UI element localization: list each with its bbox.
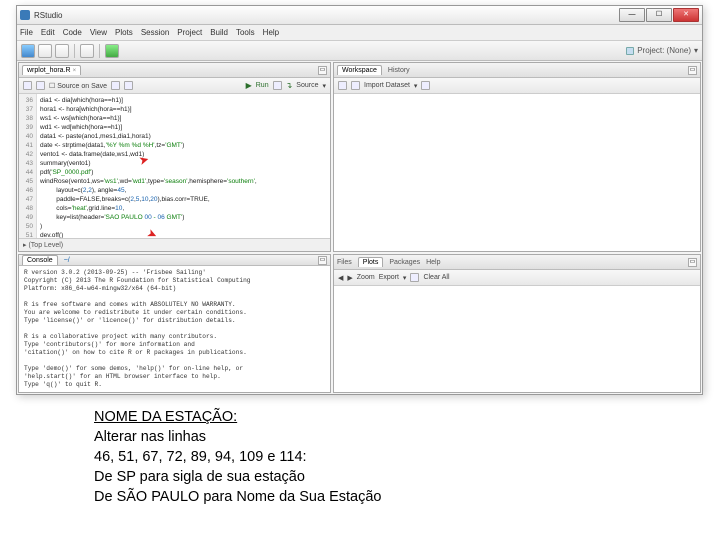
- pane-collapse-button[interactable]: ▭: [688, 66, 697, 75]
- pane-collapse-button[interactable]: ▭: [688, 258, 697, 267]
- menu-code[interactable]: Code: [63, 28, 82, 37]
- menu-view[interactable]: View: [90, 28, 107, 37]
- print-button[interactable]: [80, 44, 94, 58]
- nav-indicator[interactable]: ▸ (Top Level): [23, 241, 63, 249]
- zoom-button[interactable]: Zoom: [357, 274, 375, 281]
- project-icon: [626, 47, 634, 55]
- run-icon: ▶: [246, 81, 252, 90]
- remove-plot-icon[interactable]: [410, 273, 419, 282]
- tab-console[interactable]: Console: [22, 255, 58, 265]
- menu-edit[interactable]: Edit: [41, 28, 55, 37]
- menu-help[interactable]: Help: [263, 28, 279, 37]
- source-button[interactable]: Source: [296, 82, 318, 89]
- tab-plots[interactable]: Plots: [358, 257, 384, 267]
- menu-plots[interactable]: Plots: [115, 28, 133, 37]
- import-button[interactable]: Import Dataset: [364, 82, 410, 89]
- back-icon[interactable]: [23, 81, 32, 90]
- load-icon[interactable]: [338, 81, 347, 90]
- new-file-button[interactable]: [21, 44, 35, 58]
- tab-workspace[interactable]: Workspace: [337, 65, 382, 75]
- main-toolbar: Project: (None) ▾: [17, 41, 702, 61]
- console-output[interactable]: R version 3.0.2 (2013-09-25) -- 'Frisbee…: [19, 266, 330, 393]
- tab-help[interactable]: Help: [426, 259, 440, 266]
- run-button[interactable]: Run: [256, 82, 269, 89]
- console-pane: Console ~/ ▭ R version 3.0.2 (2013-09-25…: [18, 254, 331, 393]
- minimize-button[interactable]: —: [619, 8, 645, 22]
- goto-button[interactable]: [105, 44, 119, 58]
- menu-bar: File Edit Code View Plots Session Projec…: [17, 25, 702, 41]
- menu-tools[interactable]: Tools: [236, 28, 255, 37]
- maximize-button[interactable]: ☐: [646, 8, 672, 22]
- title-bar: RStudio — ☐ ✕: [17, 6, 702, 25]
- close-icon[interactable]: ×: [73, 68, 77, 74]
- pane-collapse-button[interactable]: ▭: [318, 256, 327, 265]
- code-editor[interactable]: 36 37 38 39 40 41 42 43 44 45 46 47 48 4…: [19, 94, 330, 238]
- app-icon: [20, 10, 30, 20]
- close-button[interactable]: ✕: [673, 8, 699, 22]
- export-button[interactable]: Export: [379, 274, 399, 281]
- save-ws-icon[interactable]: [351, 81, 360, 90]
- plots-pane: Files Plots Packages Help ▭ ◀ ▶ Zoom Exp…: [333, 254, 701, 393]
- tab-history[interactable]: History: [388, 67, 410, 74]
- instruction-text: NOME DA ESTAÇÃO: Alterar nas linhas 46, …: [94, 407, 720, 507]
- rerun-icon[interactable]: [273, 81, 282, 90]
- app-window: RStudio — ☐ ✕ File Edit Code View Plots …: [16, 5, 703, 395]
- compile-icon[interactable]: [124, 81, 133, 90]
- project-selector[interactable]: Project: (None) ▾: [626, 46, 698, 55]
- menu-file[interactable]: File: [20, 28, 33, 37]
- source-pane: wrplot_hora.R× ▭ ☐ Source on Save ▶Run ↴…: [18, 62, 331, 252]
- tab-packages[interactable]: Packages: [389, 259, 420, 266]
- source-tab[interactable]: wrplot_hora.R×: [22, 65, 81, 75]
- open-file-button[interactable]: [38, 44, 52, 58]
- tab-files[interactable]: Files: [337, 259, 352, 266]
- menu-session[interactable]: Session: [141, 28, 169, 37]
- pane-collapse-button[interactable]: ▭: [318, 66, 327, 75]
- menu-build[interactable]: Build: [210, 28, 228, 37]
- save-button[interactable]: [55, 44, 69, 58]
- next-plot-icon[interactable]: ▶: [347, 274, 352, 282]
- menu-project[interactable]: Project: [177, 28, 202, 37]
- find-icon[interactable]: [111, 81, 120, 90]
- clear-icon[interactable]: [421, 81, 430, 90]
- prev-plot-icon[interactable]: ◀: [338, 274, 343, 282]
- save-icon[interactable]: [36, 81, 45, 90]
- workspace-pane: Workspace History ▭ Import Dataset ▾: [333, 62, 701, 252]
- clear-all-button[interactable]: Clear All: [423, 274, 449, 281]
- window-title: RStudio: [34, 11, 619, 20]
